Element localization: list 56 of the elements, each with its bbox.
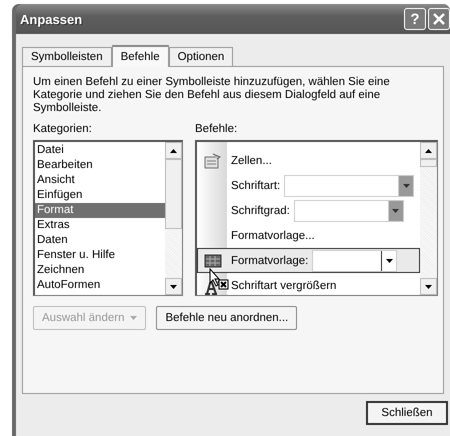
instruction-text: Um einen Befehl zu einer Symbolleiste hinzuzufügen, wählen Sie eine Kategorie und ziehen Sie den Befehl aus diesem Dialogfeld auf eine Symbolleiste. xyxy=(33,76,391,115)
scroll-down-button[interactable] xyxy=(165,278,182,295)
category-item[interactable]: Bearbeiten xyxy=(35,158,165,173)
commands-list[interactable]: Zellen... Schriftart: Schriftgrad: Formatvorlage... Formatvorlage: Schriftart vergrößern xyxy=(195,140,438,296)
command-item[interactable]: Formatvorlage: xyxy=(197,248,420,273)
style-icon xyxy=(204,254,222,268)
command-label: Zellen... xyxy=(231,154,272,166)
close-button[interactable] xyxy=(428,8,450,30)
command-item[interactable]: Schriftart: xyxy=(197,173,420,198)
command-label: Schriftart vergrößern xyxy=(231,280,336,292)
category-item[interactable]: Fenster u. Hilfe xyxy=(35,248,165,263)
down-arrow-icon xyxy=(402,184,410,188)
scroll-up-button[interactable] xyxy=(420,142,437,159)
down-arrow-icon xyxy=(425,284,432,288)
tab[interactable]: Optionen xyxy=(168,47,234,66)
action-button[interactable]: Befehle neu anordnen... xyxy=(156,306,298,330)
category-item[interactable]: Zeichnen xyxy=(35,263,165,278)
command-item[interactable]: Formatvorlage... xyxy=(197,223,420,248)
down-arrow-icon xyxy=(392,208,400,212)
category-item[interactable]: Datei xyxy=(35,143,165,158)
combo-field[interactable] xyxy=(294,200,404,222)
category-item[interactable]: Einfügen xyxy=(35,188,165,203)
combo-field[interactable] xyxy=(312,250,398,272)
command-item[interactable]: Schriftart vergrößern xyxy=(197,273,420,298)
down-arrow-icon xyxy=(386,258,393,262)
category-item[interactable]: AutoFormen xyxy=(35,278,165,293)
category-item[interactable]: Format xyxy=(35,203,165,218)
format-cells-icon xyxy=(204,152,222,168)
window-title: Anpassen xyxy=(20,12,84,26)
command-item[interactable]: Schriftgrad: xyxy=(197,198,420,223)
scrollbar[interactable] xyxy=(165,142,182,295)
commands-label: Befehle: xyxy=(195,123,238,135)
up-arrow-icon xyxy=(425,148,432,152)
close-icon xyxy=(433,13,445,25)
tab[interactable]: Befehle xyxy=(112,45,169,67)
scrollbar[interactable] xyxy=(420,142,437,295)
category-item[interactable]: Ansicht xyxy=(35,173,165,188)
scroll-up-button[interactable] xyxy=(165,142,182,159)
tab[interactable]: Symbolleisten xyxy=(22,47,112,66)
up-arrow-icon xyxy=(170,148,177,152)
scroll-thumb[interactable] xyxy=(420,159,437,167)
down-arrow-icon xyxy=(170,284,177,288)
categories-label: Kategorien: xyxy=(33,123,93,135)
command-label: Formatvorlage: xyxy=(231,254,308,266)
command-item[interactable]: Zellen... xyxy=(197,148,420,173)
category-item[interactable]: Extras xyxy=(35,218,165,233)
command-label: Schriftgrad: xyxy=(231,204,290,216)
categories-list[interactable]: Datei Bearbeiten Ansicht Einfügen Format Extras Daten Fenster u. Hilfe Zeichnen AutoFormen xyxy=(33,140,183,296)
help-button[interactable]: ? xyxy=(404,8,426,30)
close-dialog-button[interactable]: Schließen xyxy=(366,401,448,425)
scroll-thumb[interactable] xyxy=(165,159,182,229)
command-label: Schriftart: xyxy=(231,180,280,192)
scroll-down-button[interactable] xyxy=(420,278,437,295)
command-label: Formatvorlage... xyxy=(231,230,315,242)
category-item[interactable]: Daten xyxy=(35,233,165,248)
combo-field[interactable] xyxy=(284,174,414,196)
